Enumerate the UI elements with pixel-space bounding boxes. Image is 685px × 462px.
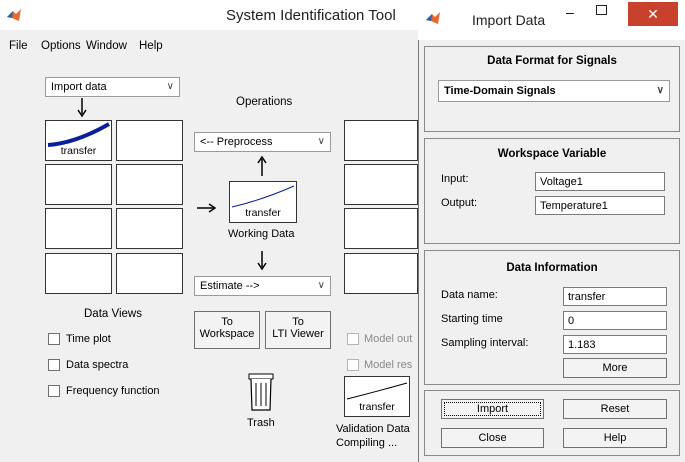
frequency-function-label: Frequency function [66,385,160,397]
import-data-select[interactable]: Import data ∨ [45,77,180,97]
validation-data-name: transfer [359,401,395,413]
arrow-up-icon [257,155,267,176]
estimate-select[interactable]: Estimate --> ∨ [194,276,331,296]
output-label: Output: [441,197,478,209]
data-spectra-checkbox[interactable] [48,359,60,371]
trash-label: Trash [247,417,275,429]
frequency-function-checkbox[interactable] [48,385,60,397]
more-button[interactable]: More [563,358,667,378]
model-slot[interactable] [344,208,418,249]
minimize-icon[interactable]: – [566,4,574,20]
data-name-label: Data name: [441,289,498,301]
validation-data-label: Validation Data [336,423,410,435]
close-button[interactable]: Close [441,428,544,448]
data-slot[interactable] [116,208,183,249]
time-plot-label: Time plot [66,333,111,345]
menu-window[interactable]: Window [86,40,127,52]
validation-data-slot[interactable]: transfer [344,376,410,417]
data-slot[interactable] [116,164,183,205]
data-slot[interactable] [45,253,112,294]
working-data-curve [231,185,295,208]
help-button[interactable]: Help [563,428,667,448]
sampling-interval-field[interactable]: 1.183 [563,335,667,354]
close-icon[interactable]: ✕ [628,2,678,26]
output-field[interactable]: Temperature1 [535,196,665,215]
model-slot[interactable] [344,253,418,294]
chevron-down-icon: ∨ [317,136,325,147]
arrow-down-icon [257,251,267,271]
menu-file[interactable]: File [9,40,28,52]
to-workspace-button[interactable]: To Workspace [194,311,260,349]
starting-time-field[interactable]: 0 [563,311,667,330]
workspace-variable-title: Workspace Variable [497,148,607,160]
working-data-label: Working Data [228,228,295,240]
import-data-label: Import data [51,81,107,93]
menu-help[interactable]: Help [139,40,163,52]
input-field[interactable]: Voltage1 [535,172,665,191]
main-window-title: System Identification Tool [226,7,396,24]
sampling-interval-label: Sampling interval: [441,337,529,349]
model-slot[interactable] [344,164,418,205]
data-slot-transfer[interactable]: transfer [45,120,112,161]
to-lti-line1: To [292,316,304,328]
chevron-down-icon: ∨ [317,280,325,291]
status-text: Compiling ... [336,437,398,449]
to-lti-line2: LTI Viewer [272,328,324,340]
data-name-field[interactable]: transfer [563,287,667,306]
arrow-down-icon [77,98,87,118]
maximize-icon[interactable] [596,5,607,15]
model-residuals-checkbox[interactable] [347,359,359,371]
data-information-title: Data Information [506,262,598,274]
dialog-title: Import Data [472,12,546,28]
import-button[interactable]: Import [441,399,544,419]
chevron-down-icon: ∨ [656,85,664,96]
model-output-checkbox[interactable] [347,333,359,345]
matlab-icon [426,12,440,24]
data-slot[interactable] [116,120,183,161]
reset-button[interactable]: Reset [563,399,667,419]
working-data-name: transfer [245,207,281,219]
operations-label: Operations [236,96,293,108]
workspace-variable-panel: Workspace Variable [424,138,680,244]
matlab-icon [7,9,21,21]
trash-icon[interactable] [247,372,275,412]
to-lti-viewer-button[interactable]: To LTI Viewer [265,311,331,349]
data-views-label: Data Views [84,308,142,320]
data-slot[interactable] [116,253,183,294]
data-slot[interactable] [45,208,112,249]
to-workspace-line1: To [221,316,233,328]
data-slot[interactable] [45,164,112,205]
to-workspace-line2: Workspace [199,328,255,340]
data-format-select[interactable]: Time-Domain Signals ∨ [438,80,670,102]
arrow-right-icon [197,203,217,213]
data-spectra-label: Data spectra [66,359,129,371]
menu-options[interactable]: Options [41,40,81,52]
model-slot[interactable] [344,120,418,161]
data-format-title: Data Format for Signals [487,55,617,67]
preprocess-label: <-- Preprocess [200,136,273,148]
data-format-value: Time-Domain Signals [444,85,556,97]
starting-time-label: Starting time [441,313,503,325]
chevron-down-icon: ∨ [166,81,174,92]
time-plot-checkbox[interactable] [48,333,60,345]
estimate-label: Estimate --> [200,280,260,292]
input-label: Input: [441,173,469,185]
data-slot-label: transfer [60,145,97,157]
model-residuals-label: Model res [364,359,413,371]
working-data-slot[interactable]: transfer [229,181,297,223]
preprocess-select[interactable]: <-- Preprocess ∨ [194,132,331,152]
model-output-label: Model out [364,333,413,345]
